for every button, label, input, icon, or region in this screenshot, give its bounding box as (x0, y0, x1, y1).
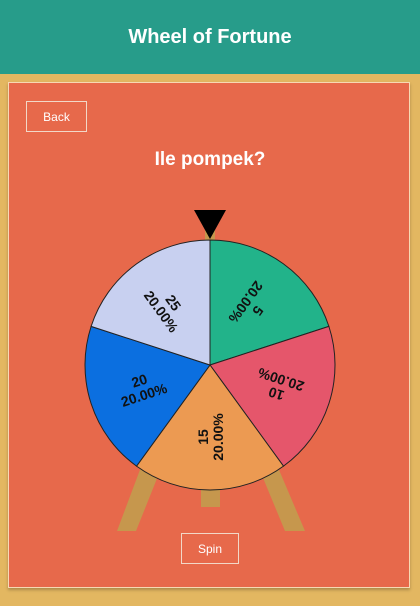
segment-value: 15 (195, 429, 211, 445)
wheel-of-fortune[interactable]: 520.00%1020.00%1520.00%2020.00%2520.00% (9, 83, 411, 589)
app-header: Wheel of Fortune (0, 0, 420, 74)
wheel-pointer (194, 210, 226, 239)
spin-button[interactable]: Spin (181, 533, 239, 564)
game-panel: Back Ile pompek? 520.00% 1020.00% 1520.00%… (8, 82, 410, 588)
segment-percent: 20.00% (210, 413, 226, 461)
app-title: Wheel of Fortune (128, 25, 292, 48)
